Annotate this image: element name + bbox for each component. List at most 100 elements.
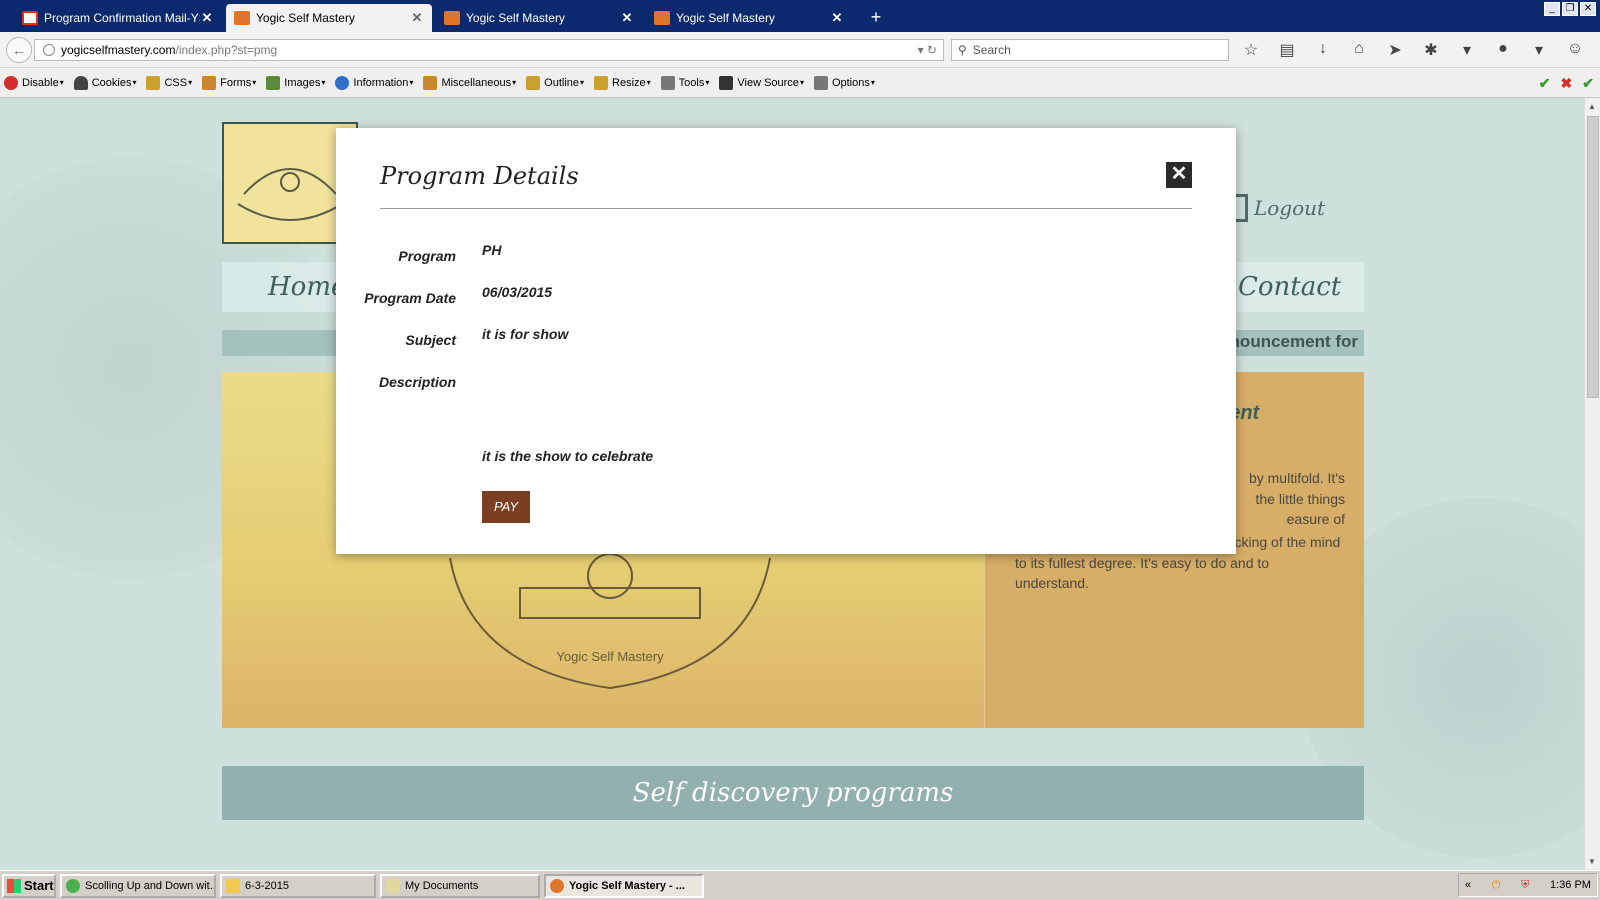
tab-title: Yogic Self Mastery xyxy=(466,11,565,25)
close-tab-icon[interactable]: ✕ xyxy=(200,10,214,26)
gmail-icon xyxy=(22,11,38,25)
documents-folder-icon xyxy=(386,878,400,893)
dropdown-icon[interactable]: ▾ xyxy=(1456,40,1478,60)
bookmark-star-icon[interactable]: ☆ xyxy=(1240,40,1262,60)
devtool-view-source[interactable]: View Source ▾ xyxy=(719,75,804,90)
power-icon[interactable]: ⏻ xyxy=(1492,879,1501,892)
devtool-label: Miscellaneous xyxy=(441,76,512,89)
folder-icon xyxy=(226,878,240,893)
css-icon xyxy=(146,75,161,90)
search-icon: ⚲ xyxy=(958,43,967,57)
devtool-css[interactable]: CSS ▾ xyxy=(146,75,192,90)
chrome-icon xyxy=(66,878,80,893)
restore-icon[interactable]: ❐ xyxy=(1562,2,1578,16)
miscellaneous-icon xyxy=(423,75,438,90)
devtool-options[interactable]: Options ▾ xyxy=(813,75,875,90)
tray-expand-icon[interactable]: « xyxy=(1465,879,1471,891)
devtool-label: View Source xyxy=(737,76,799,89)
task-label: Scolling Up and Down wit... xyxy=(85,879,216,892)
devtool-label: Forms xyxy=(220,76,252,89)
devtool-miscellaneous[interactable]: Miscellaneous ▾ xyxy=(423,75,516,90)
taskbar-item-my-documents[interactable]: My Documents xyxy=(380,873,540,898)
seal-caption: Yogic Self Mastery xyxy=(556,649,664,664)
search-placeholder: Search xyxy=(972,43,1011,57)
devtool-resize[interactable]: Resize ▾ xyxy=(594,75,651,90)
devtool-forms[interactable]: Forms ▾ xyxy=(202,75,256,90)
nav-contact[interactable]: Contact xyxy=(1238,272,1341,302)
error-icon[interactable]: ✖ xyxy=(1561,75,1573,92)
send-icon[interactable]: ➤ xyxy=(1384,40,1406,60)
reading-list-icon[interactable]: ▤ xyxy=(1276,40,1298,60)
tab-yogic-self-mastery-3[interactable]: Yogic Self Mastery ✕ xyxy=(646,4,852,32)
url-bar[interactable]: yogicselfmastery.com /index.php?st=pmg ▾… xyxy=(34,39,944,61)
close-tab-icon[interactable]: ✕ xyxy=(830,10,844,26)
tab-program-confirmation[interactable]: Program Confirmation Mail-YS... ✕ xyxy=(14,4,222,32)
close-tab-icon[interactable]: ✕ xyxy=(620,10,634,26)
dropdown-icon[interactable]: ▾ xyxy=(1528,40,1550,60)
web-developer-toolbar: Disable ▾ Cookies ▾ CSS ▾ Forms ▾ Images ▾ In… xyxy=(0,68,1600,98)
back-button[interactable]: ← xyxy=(6,37,32,63)
tab-yogic-self-mastery-active[interactable]: Yogic Self Mastery ✕ xyxy=(226,4,432,32)
pay-button[interactable]: PAY xyxy=(482,491,530,523)
devtool-label: Options xyxy=(831,76,870,89)
task-label: My Documents xyxy=(405,879,479,892)
checkmark-icon[interactable]: ✔ xyxy=(1582,75,1594,92)
modal-title: Program Details xyxy=(380,162,579,190)
resize-icon xyxy=(594,75,609,90)
options-icon xyxy=(813,75,828,90)
start-button[interactable]: Start xyxy=(2,873,56,898)
program-date-value: 06/03/2015 xyxy=(482,284,553,300)
program-label: Program xyxy=(398,248,456,264)
search-input[interactable]: ⚲ Search xyxy=(951,39,1229,61)
tools-icon xyxy=(660,75,675,90)
devtool-label: Tools xyxy=(678,76,705,89)
minimize-icon[interactable]: _ xyxy=(1544,2,1560,16)
site-identity-icon[interactable] xyxy=(43,44,55,56)
devtool-tools[interactable]: Tools ▾ xyxy=(660,75,709,90)
scrollbar-thumb[interactable] xyxy=(1587,116,1599,398)
modal-divider xyxy=(380,208,1192,209)
devtool-cookies[interactable]: Cookies ▾ xyxy=(73,75,136,90)
clock[interactable]: 1:36 PM xyxy=(1550,879,1591,891)
start-label: Start xyxy=(24,878,54,893)
devtool-information[interactable]: Information ▾ xyxy=(335,75,413,90)
home-icon[interactable]: ⌂ xyxy=(1348,40,1370,60)
tab-title: Yogic Self Mastery xyxy=(676,11,775,25)
tab-yogic-self-mastery-2[interactable]: Yogic Self Mastery ✕ xyxy=(436,4,642,32)
windows-taskbar: Start Scolling Up and Down wit... 6-3-20… xyxy=(0,870,1600,900)
devtool-label: Disable xyxy=(22,76,59,89)
cookies-icon xyxy=(73,75,88,90)
url-path: /index.php?st=pmg xyxy=(175,43,278,57)
devtool-label: Images xyxy=(284,76,321,89)
description-label: Description xyxy=(378,374,456,390)
task-label: Yogic Self Mastery - ... xyxy=(569,879,685,892)
description-value: it is the show to celebrate xyxy=(482,448,654,464)
extension-globe-icon[interactable]: ● xyxy=(1492,40,1514,60)
devtool-outline[interactable]: Outline ▾ xyxy=(526,75,584,90)
taskbar-item-firefox[interactable]: Yogic Self Mastery - ... xyxy=(544,873,704,898)
site-favicon-icon xyxy=(234,11,250,25)
taskbar-item-folder[interactable]: 6-3-2015 xyxy=(220,873,376,898)
scroll-up-icon[interactable]: ▲ xyxy=(1588,102,1596,111)
shield-icon[interactable]: ⛨ xyxy=(1521,879,1529,892)
task-label: 6-3-2015 xyxy=(245,879,290,892)
devtool-disable[interactable]: Disable ▾ xyxy=(4,75,64,90)
site-favicon-icon xyxy=(654,11,670,25)
chat-icon[interactable]: ☺ xyxy=(1564,40,1586,60)
self-discovery-section: Self discovery programs xyxy=(222,766,1364,820)
new-tab-button[interactable]: + xyxy=(864,6,888,30)
reload-icon[interactable]: ▾ ↻ xyxy=(918,43,937,57)
close-tab-icon[interactable]: ✕ xyxy=(410,10,424,26)
taskbar-item-chrome[interactable]: Scolling Up and Down wit... xyxy=(60,873,216,898)
window-close-icon[interactable]: ✕ xyxy=(1580,2,1596,16)
logout-link[interactable]: Logout xyxy=(1232,194,1325,222)
checkmark-icon[interactable]: ✔ xyxy=(1539,75,1551,92)
modal-close-button[interactable]: ✕ xyxy=(1166,162,1192,188)
scroll-down-icon[interactable]: ▼ xyxy=(1588,857,1596,866)
downloads-icon[interactable]: ↓ xyxy=(1312,40,1334,60)
nav-home[interactable]: Home xyxy=(268,272,346,302)
devtool-images[interactable]: Images ▾ xyxy=(266,75,325,90)
page-scrollbar[interactable]: ▲ ▼ xyxy=(1584,98,1600,870)
addon-icon[interactable]: ✱ xyxy=(1420,40,1442,60)
section-title: Self discovery programs xyxy=(632,778,954,808)
